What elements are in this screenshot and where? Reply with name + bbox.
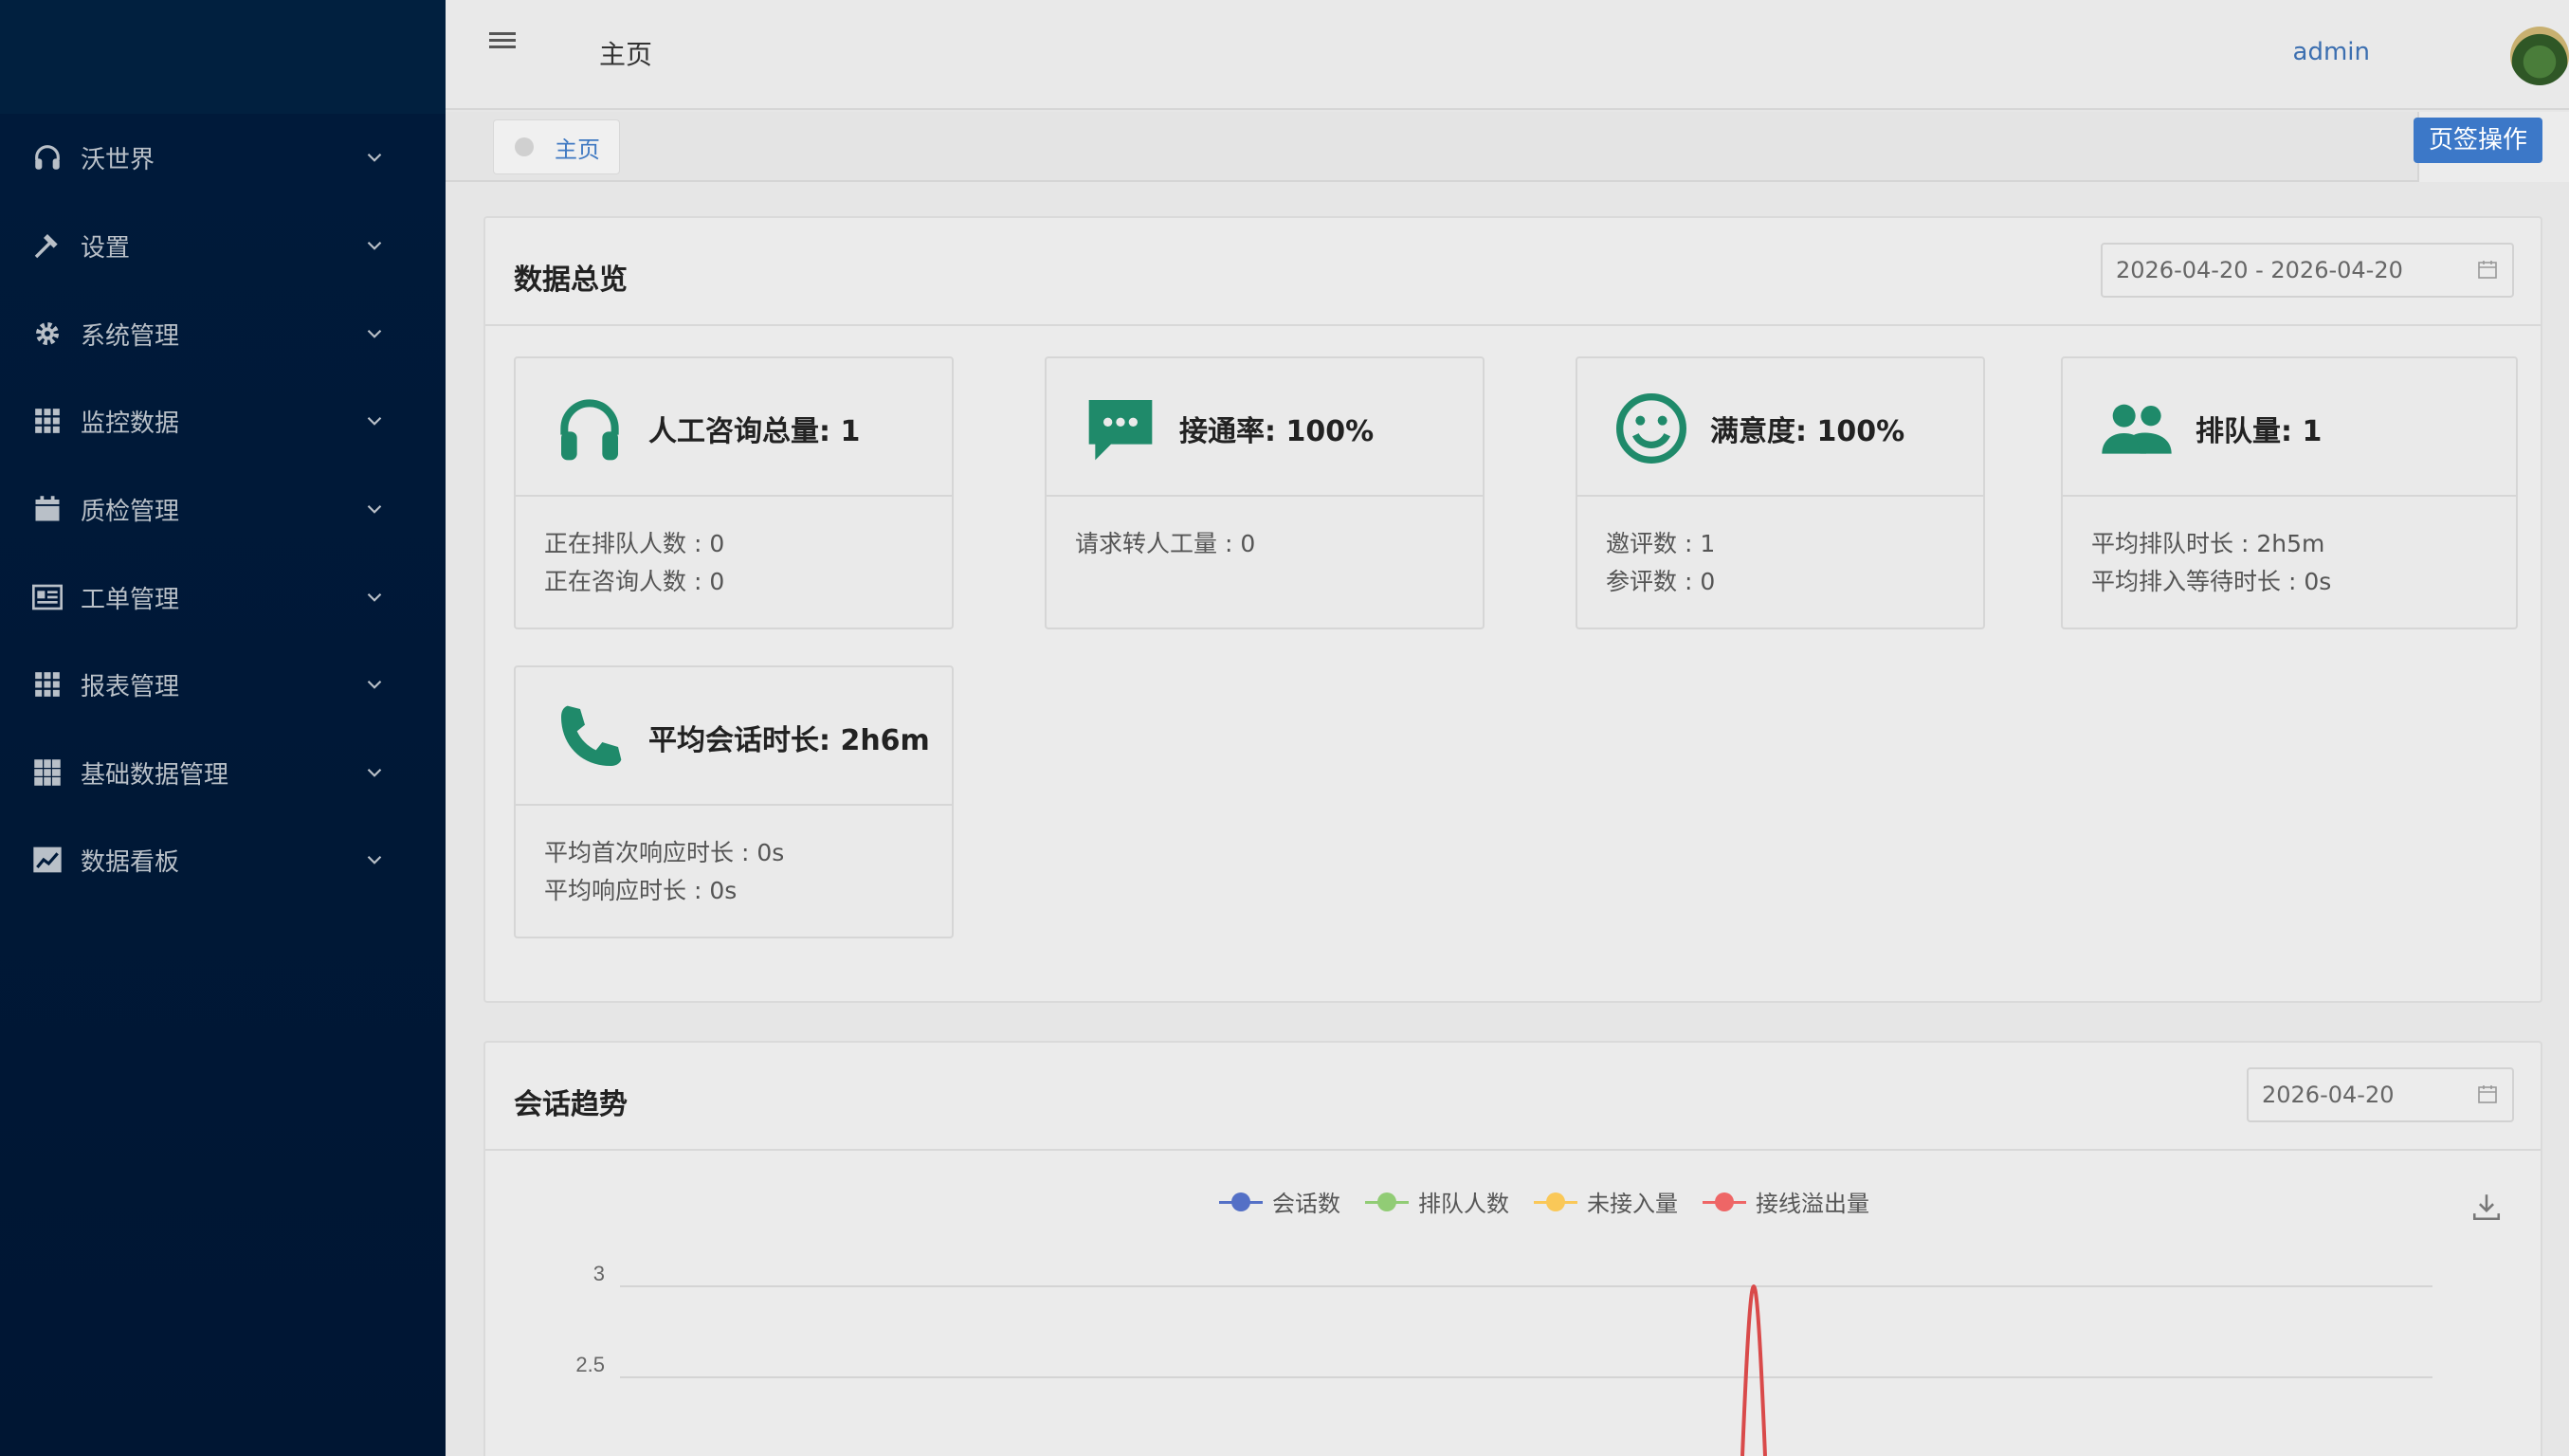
trend-panel-header: 会话趋势 2026-04-20 (485, 1043, 2541, 1151)
stat-card-title: 人工咨询总量: 1 (648, 415, 861, 448)
trend-date-input[interactable]: 2026-04-20 (2247, 1067, 2514, 1122)
stat-card-line: 平均排队时长 : 2h5m (2091, 530, 2325, 557)
tab-operations-button[interactable]: 页签操作 (2413, 118, 2542, 163)
sidebar-item-quality[interactable]: 质检管理 (0, 471, 446, 547)
sidebar-item-label: 系统管理 (81, 321, 180, 351)
sidebar-item-reports[interactable]: 报表管理 (0, 646, 446, 722)
y-tick-label: 3 (593, 1262, 605, 1285)
stat-card-title: 满意度: 100% (1710, 415, 1905, 448)
stat-card-line: 正在咨询人数 : 0 (544, 568, 725, 595)
overview-title: 数据总览 (514, 264, 628, 297)
page-title: 主页 (599, 39, 653, 70)
sidebar-item-label: 质检管理 (81, 497, 180, 526)
sidebar-item-world[interactable]: 沃世界 (0, 119, 446, 195)
sidebar-item-system[interactable]: 系统管理 (0, 296, 446, 372)
sidebar-item-label: 工单管理 (81, 585, 180, 614)
stat-card-title: 接通率: 100% (1179, 415, 1375, 448)
calendar-icon (2478, 261, 2497, 279)
legend-label: 接线溢出量 (1756, 1191, 1869, 1217)
app-root: 沃世界 设置 系统管理 监控数据 质检管理 工单管理 报表管理 基础数据管理 数… (0, 0, 2569, 1456)
users-icon (2102, 404, 2172, 454)
hammer-icon (28, 227, 66, 264)
gear-icon (28, 315, 66, 353)
stat-card-satisfaction: 满意度: 100% 邀评数 : 1 参评数 : 0 (1576, 356, 1985, 629)
calendar-icon (28, 490, 66, 528)
overview-panel-header: 数据总览 2026-04-20 - 2026-04-20 (485, 218, 2541, 326)
stat-card-line: 请求转人工量 : 0 (1075, 530, 1256, 557)
stat-card-title: 平均会话时长: 2h6m (648, 724, 930, 757)
user-name-link[interactable]: admin (2293, 38, 2370, 66)
y-tick-label: 2.5 (575, 1353, 605, 1376)
headset-icon (28, 138, 66, 176)
chevron-down-icon (367, 592, 382, 602)
chevron-down-icon (367, 329, 382, 338)
legend-item-queue[interactable]: 排队人数 (1365, 1185, 1509, 1218)
chevron-down-icon (367, 855, 382, 864)
overview-panel: 数据总览 2026-04-20 - 2026-04-20 人工咨询总量: 1 正… (483, 216, 2542, 1003)
chevron-down-icon (367, 768, 382, 777)
stat-card-connect-rate: 接通率: 100% 请求转人工量 : 0 (1045, 356, 1485, 629)
sidebar-logo-area (0, 0, 446, 114)
sidebar: 沃世界 设置 系统管理 监控数据 质检管理 工单管理 报表管理 基础数据管理 数… (0, 0, 446, 1456)
legend-item-overflow[interactable]: 接线溢出量 (1703, 1185, 1869, 1218)
stat-card-line: 平均首次响应时长 : 0s (544, 839, 785, 866)
stat-card-line: 正在排队人数 : 0 (544, 530, 725, 557)
legend-label: 会话数 (1272, 1191, 1340, 1217)
sidebar-item-label: 沃世界 (81, 145, 155, 174)
table-icon (28, 754, 66, 792)
grid-icon (28, 402, 66, 440)
sidebar-item-settings[interactable]: 设置 (0, 208, 446, 283)
chevron-down-icon (367, 680, 382, 689)
chevron-down-icon (367, 241, 382, 250)
chevron-down-icon (367, 504, 382, 514)
sidebar-item-label: 数据看板 (81, 847, 180, 877)
stat-card-queue: 排队量: 1 平均排队时长 : 2h5m 平均排入等待时长 : 0s (2061, 356, 2518, 629)
stat-card-avg-session: 平均会话时长: 2h6m 平均首次响应时长 : 0s 平均响应时长 : 0s (514, 665, 954, 938)
trend-chart: 3 2.5 (575, 1262, 2432, 1456)
smiley-icon (1616, 393, 1686, 464)
sidebar-item-workorder[interactable]: 工单管理 (0, 559, 446, 635)
newspaper-icon (28, 578, 66, 616)
chat-bubble-icon (1088, 400, 1153, 461)
sidebar-item-monitoring[interactable]: 监控数据 (0, 383, 446, 459)
stat-card-line: 平均响应时长 : 0s (544, 877, 738, 904)
line-chart-icon (28, 841, 66, 879)
phone-icon (561, 705, 622, 766)
tab-home[interactable]: 主页 (493, 119, 620, 174)
top-header: 主页 admin (446, 0, 2569, 110)
sidebar-item-dashboard[interactable]: 数据看板 (0, 822, 446, 898)
tab-status-dot (515, 137, 534, 156)
stat-card-title: 排队量: 1 (2195, 415, 2323, 448)
series-line-overflow (1740, 1283, 1767, 1456)
headset-icon (560, 399, 619, 461)
chevron-down-icon (367, 153, 382, 162)
date-range-value: 2026-04-20 - 2026-04-20 (2116, 257, 2403, 283)
tabs-bar: 主页 (446, 112, 2569, 182)
stat-card-line: 邀评数 : 1 (1606, 530, 1716, 557)
sidebar-item-label: 基础数据管理 (81, 760, 229, 790)
sidebar-item-label: 设置 (81, 233, 131, 263)
legend-item-unaccepted[interactable]: 未接入量 (1534, 1185, 1678, 1218)
legend-label: 排队人数 (1418, 1191, 1509, 1217)
legend-item-sessions[interactable]: 会话数 (1219, 1185, 1340, 1218)
sidebar-item-basedata[interactable]: 基础数据管理 (0, 735, 446, 810)
legend-label: 未接入量 (1587, 1191, 1678, 1217)
trend-title: 会话趋势 (514, 1088, 628, 1121)
sidebar-item-label: 报表管理 (81, 672, 180, 701)
chart-legend: 会话数 排队人数 未接入量 接线溢出量 (1219, 1185, 1894, 1218)
trend-date-value: 2026-04-20 (2262, 1082, 2395, 1108)
tab-label: 主页 (555, 136, 600, 163)
stat-card-consult-total: 人工咨询总量: 1 正在排队人数 : 0 正在咨询人数 : 0 (514, 356, 954, 629)
avatar[interactable] (2510, 27, 2569, 85)
chevron-down-icon (367, 416, 382, 426)
hamburger-menu-icon[interactable] (483, 28, 521, 57)
stat-card-line: 平均排入等待时长 : 0s (2091, 568, 2332, 595)
calendar-icon (2478, 1085, 2497, 1103)
download-icon[interactable] (2470, 1191, 2503, 1223)
date-range-input[interactable]: 2026-04-20 - 2026-04-20 (2101, 243, 2514, 298)
stat-card-line: 参评数 : 0 (1606, 568, 1716, 595)
sidebar-item-label: 监控数据 (81, 409, 180, 438)
grid-icon (28, 665, 66, 703)
